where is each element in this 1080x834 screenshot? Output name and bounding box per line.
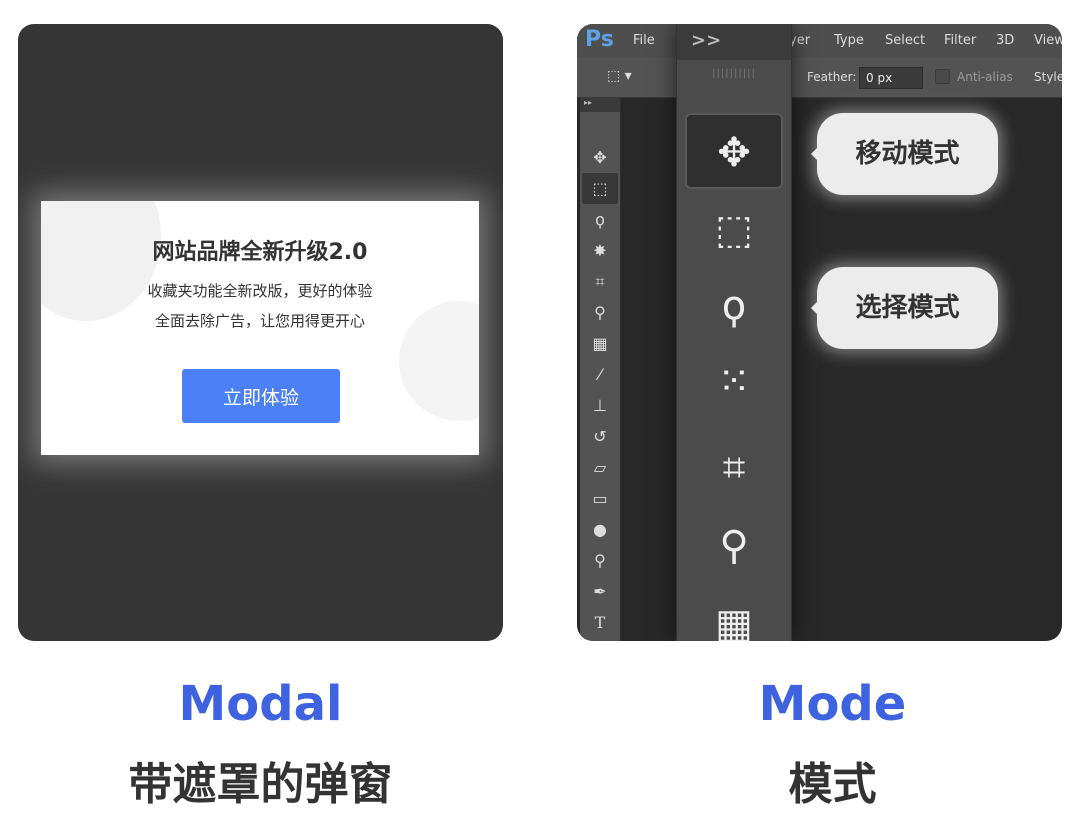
- history-brush-icon[interactable]: ↺: [580, 421, 620, 452]
- photoshop-mode-card: Ps File yer Type Select Filter 3D View ⬚…: [577, 24, 1062, 641]
- collapse-icon[interactable]: ▸▸: [580, 98, 620, 112]
- eyedropper-tool-icon[interactable]: ⚲: [580, 297, 620, 328]
- gradient-tool-icon[interactable]: ▭: [580, 483, 620, 514]
- marquee-tool-icon[interactable]: ⬚: [582, 173, 618, 204]
- style-label: Style: [1034, 70, 1062, 84]
- panel-collapse-button[interactable]: >>: [677, 24, 791, 60]
- feather-input[interactable]: 0 px: [859, 67, 923, 89]
- select-mode-bubble: 选择模式: [811, 267, 998, 349]
- grip-handle[interactable]: ||||||||||: [677, 68, 791, 79]
- eyedropper-icon[interactable]: ⚲: [685, 508, 783, 584]
- healing-brush-icon[interactable]: ▦: [685, 586, 783, 641]
- menu-select[interactable]: Select: [885, 33, 925, 48]
- modal-text: 全面去除广告，让您用得更开心: [154, 312, 365, 330]
- blur-tool-icon[interactable]: ●: [580, 514, 620, 545]
- marquee-icon[interactable]: ⬚: [685, 192, 783, 268]
- menu-layer[interactable]: yer: [789, 33, 810, 48]
- crop-icon[interactable]: ⌗: [685, 430, 783, 506]
- crop-tool-icon[interactable]: ⌗: [580, 266, 620, 297]
- eraser-tool-icon[interactable]: ▱: [580, 452, 620, 483]
- modal-example-card: 网站品牌全新升级2.0 收藏夹功能全新改版，更好的体验 全面去除广告，让您用得更…: [18, 24, 503, 641]
- quick-selection-icon[interactable]: ⁙: [685, 344, 783, 420]
- magic-wand-icon[interactable]: ✸: [580, 235, 620, 266]
- modal-title: 网站品牌全新升级2.0: [152, 240, 368, 265]
- lasso-icon[interactable]: ϙ: [685, 268, 783, 344]
- anti-alias-label: Anti-alias: [957, 70, 1013, 84]
- pen-tool-icon[interactable]: ✒: [580, 576, 620, 607]
- type-tool-icon[interactable]: T: [580, 607, 620, 638]
- menu-3d[interactable]: 3D: [996, 33, 1014, 48]
- mode-caption-en: Mode: [758, 676, 907, 732]
- try-now-button[interactable]: 立即体验: [182, 369, 340, 423]
- menu-type[interactable]: Type: [834, 33, 864, 48]
- move-icon[interactable]: ✥: [685, 113, 783, 189]
- healing-tool-icon[interactable]: ▦: [580, 328, 620, 359]
- modal-dialog: 网站品牌全新升级2.0 收藏夹功能全新改版，更好的体验 全面去除广告，让您用得更…: [41, 201, 479, 455]
- dodge-tool-icon[interactable]: ⚲: [580, 545, 620, 576]
- menu-view[interactable]: View: [1034, 33, 1062, 48]
- feather-label: Feather:: [807, 70, 857, 84]
- menu-file[interactable]: File: [633, 33, 655, 48]
- modal-caption-zh: 带遮罩的弹窗: [128, 759, 393, 810]
- mode-caption-zh: 模式: [788, 759, 877, 810]
- ps-logo: Ps: [585, 27, 614, 52]
- modal-caption-en: Modal: [178, 676, 343, 732]
- marquee-preset-icon[interactable]: ⬚ ▾: [607, 68, 632, 84]
- menu-filter[interactable]: Filter: [944, 33, 976, 48]
- expanded-tool-panel: >> |||||||||| ✥ ⬚ ϙ ⁙ ⌗ ⚲ ▦: [676, 24, 792, 641]
- toolbar: ▸▸ ✥ ⬚ ϙ ✸ ⌗ ⚲ ▦ ⁄ ⊥ ↺ ▱ ▭ ● ⚲ ✒ T: [580, 98, 621, 641]
- move-tool-icon[interactable]: ✥: [580, 142, 620, 173]
- options-bar: ⬚ ▾ Feather: 0 px Anti-alias Style: [577, 58, 1062, 98]
- stamp-tool-icon[interactable]: ⊥: [580, 390, 620, 421]
- modal-text: 收藏夹功能全新改版，更好的体验: [147, 282, 373, 300]
- move-mode-bubble: 移动模式: [811, 113, 998, 195]
- menu-bar: Ps File yer Type Select Filter 3D View: [577, 24, 1062, 58]
- lasso-tool-icon[interactable]: ϙ: [580, 204, 620, 235]
- brush-tool-icon[interactable]: ⁄: [580, 359, 620, 390]
- anti-alias-checkbox[interactable]: [935, 69, 950, 84]
